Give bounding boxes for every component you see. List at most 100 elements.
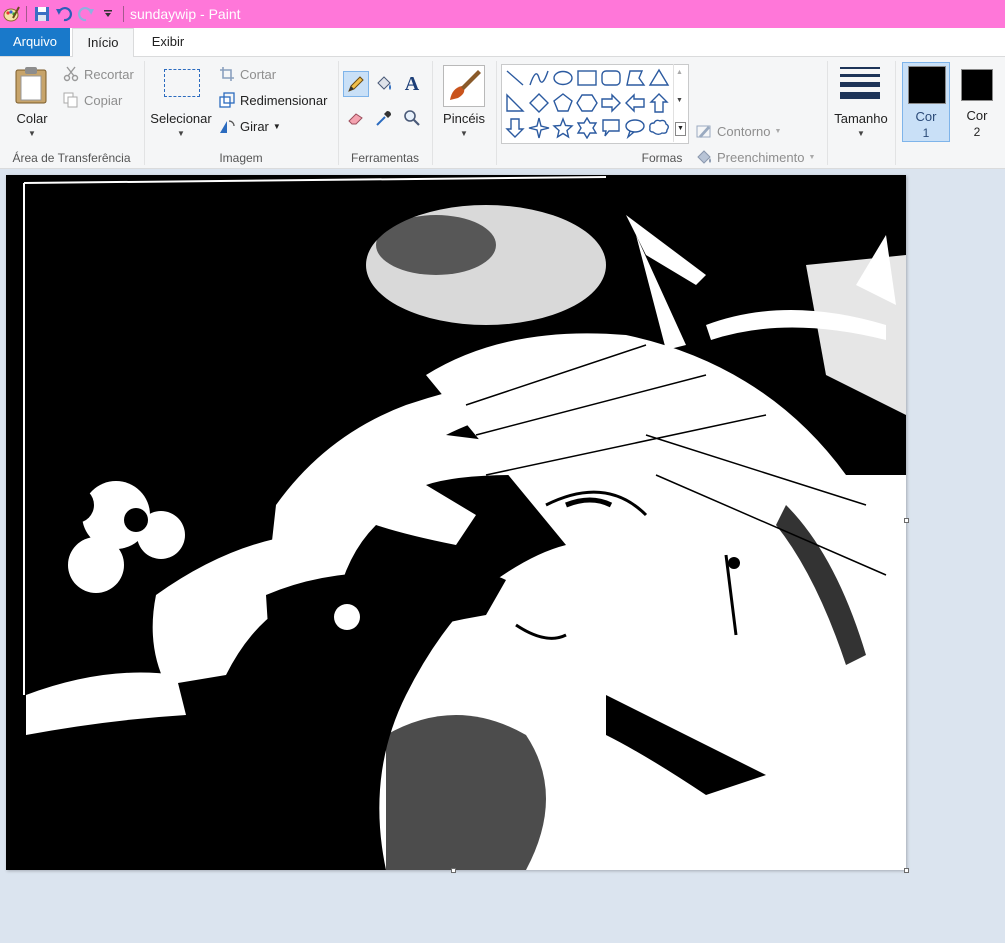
- paste-button[interactable]: Colar ▼: [8, 61, 56, 141]
- brushes-label: Pincéis: [443, 111, 485, 126]
- fill-button[interactable]: Preenchimento ▼: [695, 146, 815, 168]
- resize-button[interactable]: Redimensionar: [218, 89, 327, 111]
- canvas-artwork: [6, 175, 906, 870]
- rounded-callout-shape-icon[interactable]: [600, 117, 622, 139]
- image-group: Selecionar ▼ Cortar Redimensionar Girar …: [145, 57, 337, 168]
- eraser-icon[interactable]: [343, 105, 369, 131]
- cut-label: Recortar: [84, 66, 134, 82]
- text-icon[interactable]: A: [399, 71, 425, 97]
- rotate-button[interactable]: Girar ▼: [218, 115, 281, 137]
- left-arrow-shape-icon[interactable]: [624, 92, 646, 114]
- pentagon-shape-icon[interactable]: [552, 92, 574, 114]
- tab-file[interactable]: Arquivo: [0, 28, 70, 56]
- magnifier-icon[interactable]: [399, 105, 425, 131]
- resize-label: Redimensionar: [240, 92, 328, 108]
- tab-view[interactable]: Exibir: [140, 28, 196, 56]
- color2-swatch: [961, 69, 993, 101]
- group-divider: [895, 61, 896, 165]
- copy-icon: [62, 91, 80, 109]
- chevron-down-icon: ▼: [857, 129, 865, 138]
- right-arrow-shape-icon[interactable]: [600, 92, 622, 114]
- scroll-down-icon[interactable]: ▼: [676, 97, 683, 104]
- diamond-shape-icon[interactable]: [528, 92, 550, 114]
- color1-swatch: [908, 66, 946, 104]
- crop-icon: [218, 65, 236, 83]
- line-shape-icon[interactable]: [504, 67, 526, 89]
- rotate-label: Girar: [240, 118, 269, 134]
- oval-callout-shape-icon[interactable]: [624, 117, 646, 139]
- scroll-up-icon[interactable]: ▲: [676, 69, 683, 76]
- chevron-down-icon: ▼: [460, 129, 468, 138]
- shapes-scrollbar[interactable]: ▲ ▼ ▼: [673, 64, 688, 142]
- resize-handle-corner[interactable]: [904, 868, 909, 873]
- six-point-star-shape-icon[interactable]: [576, 117, 598, 139]
- scissors-icon: [62, 65, 80, 83]
- outline-button[interactable]: Contorno ▼: [695, 120, 781, 142]
- cut-button[interactable]: Recortar: [62, 63, 134, 85]
- rounded-rectangle-shape-icon[interactable]: [600, 67, 622, 89]
- down-arrow-shape-icon[interactable]: [504, 117, 526, 139]
- copy-button[interactable]: Copiar: [62, 89, 122, 111]
- qa-separator: [26, 6, 27, 22]
- customize-quick-access-icon[interactable]: [97, 3, 119, 25]
- chevron-down-icon: ▼: [774, 127, 782, 135]
- right-triangle-shape-icon[interactable]: [504, 92, 526, 114]
- oval-shape-icon[interactable]: [552, 67, 574, 89]
- quick-access-toolbar: [0, 0, 128, 28]
- chevron-down-icon: ▼: [272, 121, 281, 131]
- ribbon: Colar ▼ Recortar Copiar Área de Transfer…: [0, 57, 1005, 169]
- color-picker-icon[interactable]: [371, 105, 397, 131]
- fill-bucket-icon[interactable]: [371, 71, 397, 97]
- outline-pencil-icon: [695, 122, 713, 140]
- copy-label: Copiar: [84, 92, 123, 108]
- select-button[interactable]: Selecionar ▼: [149, 61, 213, 141]
- triangle-shape-icon[interactable]: [648, 67, 670, 89]
- rectangle-shape-icon[interactable]: [576, 67, 598, 89]
- tab-home[interactable]: Início: [72, 28, 134, 58]
- color2-button[interactable]: Cor 2: [954, 62, 1000, 142]
- group-divider: [432, 61, 433, 165]
- color1-number: 1: [922, 126, 930, 140]
- crop-button[interactable]: Cortar: [218, 63, 276, 85]
- pencil-icon[interactable]: [343, 71, 369, 97]
- size-button[interactable]: Tamanho ▼: [830, 61, 892, 141]
- more-shapes-icon[interactable]: ▼: [675, 122, 686, 136]
- five-point-star-shape-icon[interactable]: [552, 117, 574, 139]
- chevron-down-icon: ▼: [28, 129, 36, 138]
- qa-separator: [123, 6, 124, 22]
- up-arrow-shape-icon[interactable]: [648, 92, 670, 114]
- canvas-workspace[interactable]: [0, 169, 1005, 943]
- selection-rectangle-icon: [164, 69, 200, 97]
- clipboard-group: Colar ▼ Recortar Copiar Área de Transfer…: [0, 57, 143, 168]
- fill-bucket-small-icon: [695, 148, 713, 166]
- color2-number: 2: [973, 125, 981, 139]
- color1-label: Cor: [915, 109, 937, 124]
- color2-label: Cor: [966, 108, 988, 123]
- resize-handle-bottom[interactable]: [451, 868, 456, 873]
- color1-button[interactable]: Cor 1: [902, 62, 950, 142]
- redo-icon[interactable]: [75, 3, 97, 25]
- window-title: sundaywip - Paint: [130, 6, 241, 22]
- brushes-button[interactable]: Pincéis ▼: [437, 61, 491, 141]
- resize-handle-right[interactable]: [904, 518, 909, 523]
- group-divider: [827, 61, 828, 165]
- chevron-down-icon: ▼: [177, 129, 185, 138]
- curve-shape-icon[interactable]: [528, 67, 550, 89]
- resize-icon: [218, 91, 236, 109]
- crop-label: Cortar: [240, 66, 277, 82]
- clipboard-icon: [14, 65, 50, 108]
- drawing-canvas[interactable]: [6, 175, 906, 870]
- undo-icon[interactable]: [53, 3, 75, 25]
- chevron-down-icon: ▼: [808, 153, 816, 161]
- paint-app-icon[interactable]: [0, 3, 22, 25]
- brush-icon: [443, 65, 485, 107]
- title-bar: sundaywip - Paint: [0, 0, 1005, 28]
- outline-label: Contorno: [717, 123, 771, 139]
- hexagon-shape-icon[interactable]: [576, 92, 598, 114]
- save-icon[interactable]: [31, 3, 53, 25]
- line-width-icon: [840, 67, 880, 99]
- polygon-shape-icon[interactable]: [624, 67, 646, 89]
- image-group-label: Imagem: [219, 151, 263, 165]
- cloud-callout-shape-icon[interactable]: [648, 117, 670, 139]
- four-point-star-shape-icon[interactable]: [528, 117, 550, 139]
